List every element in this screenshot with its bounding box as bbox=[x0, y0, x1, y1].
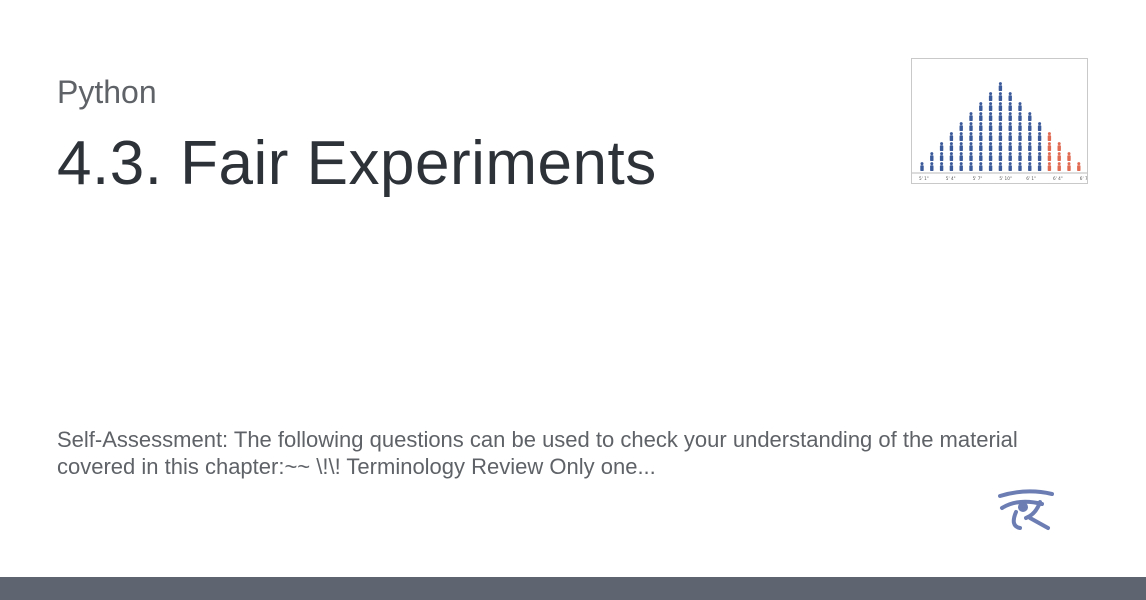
people-figures bbox=[920, 82, 1081, 171]
tick-label: 5' 4" bbox=[946, 176, 956, 181]
person-figure bbox=[1008, 102, 1012, 111]
person-figure bbox=[969, 112, 973, 121]
eye-of-horus-icon bbox=[998, 489, 1054, 530]
site-name: Python bbox=[57, 74, 157, 110]
person-figure bbox=[998, 142, 1003, 151]
person-figure bbox=[959, 142, 963, 151]
person-figure bbox=[930, 152, 934, 161]
person-figure bbox=[998, 132, 1003, 141]
person-figure bbox=[1057, 142, 1061, 151]
page-title: 4.3. Fair Experiments bbox=[57, 129, 657, 198]
person-figure bbox=[1047, 142, 1052, 151]
person-figure bbox=[1037, 132, 1042, 141]
person-figure bbox=[1077, 162, 1081, 171]
tick-label: 6' 4" bbox=[1053, 176, 1063, 181]
person-figure bbox=[1037, 152, 1042, 161]
person-figure bbox=[988, 162, 993, 171]
person-figure bbox=[998, 122, 1003, 131]
page-description: Self-Assessment: The following questions… bbox=[57, 427, 1018, 479]
person-figure bbox=[969, 122, 973, 131]
person-figure bbox=[1047, 152, 1052, 161]
person-figure bbox=[1067, 152, 1071, 161]
person-figure bbox=[979, 152, 983, 161]
person-figure bbox=[979, 112, 983, 121]
person-figure bbox=[998, 162, 1003, 171]
person-figure bbox=[1008, 142, 1012, 151]
tick-labels: 5' 1" 5' 4" 5' 7" 5' 10" 6' 1" 6' 4" 6' 7" bbox=[919, 176, 1087, 181]
person-figure bbox=[1008, 152, 1012, 161]
person-figure bbox=[1008, 122, 1012, 131]
person-figure bbox=[1018, 132, 1022, 141]
person-figure bbox=[979, 132, 983, 141]
person-figure bbox=[1028, 122, 1032, 131]
person-figure bbox=[998, 92, 1003, 101]
person-figure bbox=[998, 102, 1003, 111]
person-figure bbox=[930, 162, 934, 171]
person-figure bbox=[969, 152, 973, 161]
person-figure bbox=[1037, 162, 1042, 171]
person-figure bbox=[1018, 162, 1022, 171]
person-figure bbox=[1037, 122, 1042, 131]
tick-label: 5' 7" bbox=[973, 176, 983, 181]
height-distribution-figure: 5' 1" 5' 4" 5' 7" 5' 10" 6' 1" 6' 4" 6' 7" bbox=[912, 82, 1087, 181]
person-figure bbox=[969, 162, 973, 171]
person-figure bbox=[959, 152, 963, 161]
person-figure bbox=[988, 122, 993, 131]
person-figure bbox=[939, 142, 944, 151]
person-figure bbox=[1018, 102, 1022, 111]
person-figure bbox=[1028, 162, 1032, 171]
person-figure bbox=[1008, 162, 1012, 171]
tick-label: 6' 1" bbox=[1026, 176, 1036, 181]
tick-label: 5' 10" bbox=[999, 176, 1011, 181]
person-figure bbox=[1067, 162, 1071, 171]
footer-bar bbox=[0, 577, 1146, 600]
person-figure bbox=[1057, 162, 1061, 171]
person-figure bbox=[1028, 132, 1032, 141]
person-figure bbox=[1018, 122, 1022, 131]
preview-thumbnail: 5' 1" 5' 4" 5' 7" 5' 10" 6' 1" 6' 4" 6' 7" bbox=[911, 58, 1088, 184]
person-figure bbox=[998, 82, 1003, 91]
person-figure bbox=[959, 132, 963, 141]
person-figure bbox=[988, 142, 993, 151]
person-figure bbox=[939, 162, 944, 171]
tick-label: 5' 1" bbox=[919, 176, 929, 181]
person-figure bbox=[988, 112, 993, 121]
person-figure bbox=[1047, 162, 1052, 171]
person-figure bbox=[979, 122, 983, 131]
person-figure bbox=[988, 102, 993, 111]
person-figure bbox=[1008, 132, 1012, 141]
person-figure bbox=[949, 142, 954, 151]
person-figure bbox=[1037, 142, 1042, 151]
person-figure bbox=[988, 132, 993, 141]
person-figure bbox=[949, 152, 954, 161]
person-figure bbox=[1028, 142, 1032, 151]
person-figure bbox=[1018, 112, 1022, 121]
person-figure bbox=[979, 142, 983, 151]
person-figure bbox=[998, 152, 1003, 161]
person-figure bbox=[1018, 152, 1022, 161]
person-figure bbox=[1028, 112, 1032, 121]
person-figure bbox=[939, 152, 944, 161]
person-figure bbox=[959, 162, 963, 171]
person-figure bbox=[979, 102, 983, 111]
person-figure bbox=[1047, 132, 1052, 141]
person-figure bbox=[969, 132, 973, 141]
person-figure bbox=[1018, 142, 1022, 151]
person-figure bbox=[988, 92, 993, 101]
person-figure bbox=[979, 162, 983, 171]
person-figure bbox=[949, 162, 954, 171]
person-figure bbox=[949, 132, 954, 141]
tick-label: 6' 7" bbox=[1080, 176, 1087, 181]
person-figure bbox=[959, 122, 963, 131]
person-figure bbox=[1028, 152, 1032, 161]
person-figure bbox=[969, 142, 973, 151]
person-figure bbox=[1008, 112, 1012, 121]
person-figure bbox=[988, 152, 993, 161]
person-figure bbox=[1057, 152, 1061, 161]
person-figure bbox=[998, 112, 1003, 121]
person-figure bbox=[920, 162, 924, 171]
person-figure bbox=[1008, 92, 1012, 101]
